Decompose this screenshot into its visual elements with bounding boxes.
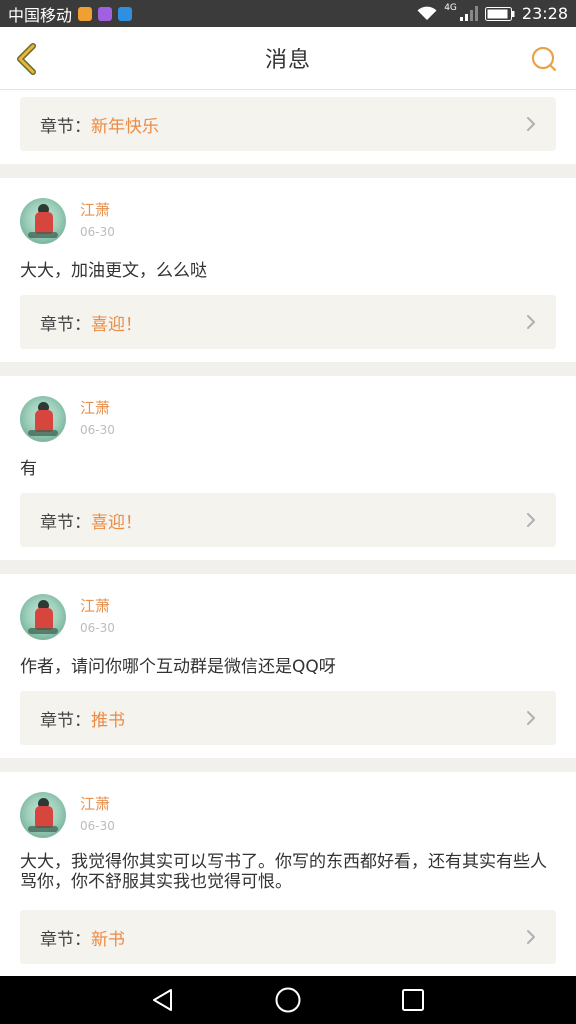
chapter-name: 新书 [91,929,125,950]
network-type-label: 4G [444,2,457,13]
message-text: 大大，加油更文，么么哒 [20,261,207,281]
status-left: 中国移动 [8,2,133,26]
message-card: 章节： 新年快乐 [0,90,576,164]
notification-app-icon [98,6,113,21]
chapter-label: 章节： [40,512,91,533]
message-list[interactable]: 章节： 新年快乐 江萧 06-30 大大，加油更文，么么哒 章节： 喜迎！ 江萧… [0,90,576,976]
user-meta: 江萧 06-30 [80,596,115,638]
user-meta: 江萧 06-30 [80,200,115,242]
user-name[interactable]: 江萧 [80,794,115,814]
message-text: 大大，我觉得你其实可以写书了。你写的东西都好看，还有其实有些人骂你，你不舒服其实… [20,852,547,892]
user-name[interactable]: 江萧 [80,596,115,616]
message-date: 06-30 [80,225,115,239]
user-row: 江萧 06-30 [20,198,115,244]
chevron-right-icon [527,513,535,527]
battery-icon [484,6,515,21]
avatar[interactable] [20,594,66,640]
chapter-name: 新年快乐 [91,116,159,137]
message-card: 江萧 06-30 作者，请问你哪个互动群是微信还是QQ呀 章节： 推书 [0,574,576,758]
system-nav-bar [0,976,576,1024]
message-date: 06-30 [80,423,115,437]
nav-recents-button[interactable] [393,980,433,1020]
chapter-name: 喜迎！ [91,314,142,335]
search-icon [531,46,557,72]
header: 消息 [0,27,576,90]
chapter-label: 章节： [40,710,91,731]
notification-app-icon [78,6,93,21]
chapter-label: 章节： [40,929,91,950]
chevron-right-icon [527,930,535,944]
status-right: 4G 23:28 [417,2,568,23]
back-triangle-icon [152,989,172,1011]
chapter-link[interactable]: 章节： 新年快乐 [20,97,556,151]
message-date: 06-30 [80,621,115,635]
avatar[interactable] [20,396,66,442]
nav-back-button[interactable] [143,980,183,1020]
recents-square-icon [402,989,425,1011]
chapter-link[interactable]: 章节： 喜迎！ [20,295,556,349]
message-card: 江萧 06-30 有 章节： 喜迎！ [0,376,576,560]
user-row: 江萧 06-30 [20,792,115,838]
notification-app-icon [118,6,133,21]
user-row: 江萧 06-30 [20,396,115,442]
chapter-name: 喜迎！ [91,512,142,533]
page-title: 消息 [264,48,311,73]
message-text: 作者，请问你哪个互动群是微信还是QQ呀 [20,657,336,677]
chevron-right-icon [527,315,535,329]
screen: 中国移动 4G 23:28 消息 章节： 新年快乐 江萧 06-30 大大，加油… [0,0,576,1024]
chapter-label: 章节： [40,116,91,137]
user-row: 江萧 06-30 [20,594,115,640]
search-button[interactable] [530,45,558,73]
chapter-link[interactable]: 章节： 喜迎！ [20,493,556,547]
wifi-icon [417,6,437,20]
chapter-link[interactable]: 章节： 新书 [20,910,556,964]
message-card: 江萧 06-30 大大，加油更文，么么哒 章节： 喜迎！ [0,178,576,362]
message-text: 有 [20,459,37,479]
message-date: 06-30 [80,819,115,833]
clock: 23:28 [521,4,568,23]
chevron-right-icon [527,711,535,725]
chevron-right-icon [527,117,535,131]
chapter-link[interactable]: 章节： 推书 [20,691,556,745]
nav-home-button[interactable] [268,980,308,1020]
user-meta: 江萧 06-30 [80,398,115,440]
user-meta: 江萧 06-30 [80,794,115,836]
home-circle-icon [275,987,301,1013]
chapter-label: 章节： [40,314,91,335]
message-card: 江萧 06-30 大大，我觉得你其实可以写书了。你写的东西都好看，还有其实有些人… [0,772,576,976]
status-bar: 中国移动 4G 23:28 [0,0,576,27]
user-name[interactable]: 江萧 [80,200,115,220]
carrier-label: 中国移动 [8,5,73,25]
chapter-name: 推书 [91,710,125,731]
avatar[interactable] [20,792,66,838]
back-button[interactable] [12,43,40,75]
back-chevron-icon [17,43,36,75]
avatar[interactable] [20,198,66,244]
signal-icon [459,6,478,21]
user-name[interactable]: 江萧 [80,398,115,418]
